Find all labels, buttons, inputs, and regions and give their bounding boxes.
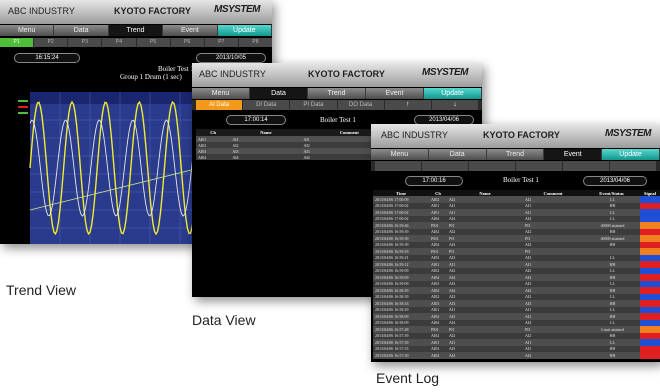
tab-data[interactable]: Data <box>250 88 308 99</box>
event-log-screen: ABC INDUSTRY KYOTO FACTORY MSYSTEM Menu … <box>371 124 660 362</box>
table-row[interactable]: 2013/04/06 16:57:30 AI04 AI4 AI4 HH <box>373 352 660 359</box>
event-subtab-2[interactable] <box>422 161 468 171</box>
tab-trend[interactable]: Trend <box>486 149 545 160</box>
page-title: Boiler Test 1 <box>503 176 539 184</box>
main-tabs: Menu Data Trend Event Update <box>192 88 482 99</box>
tab-event[interactable]: Event <box>366 88 424 99</box>
tab-data[interactable]: Data <box>428 149 487 160</box>
event-table-wrap: Time Ch Name Comment Event/Status Signal… <box>373 190 660 359</box>
title-bar: ABC INDUSTRY KYOTO FACTORY MSYSTEM <box>371 124 660 148</box>
time-display: 17:00:14 <box>226 115 286 125</box>
tab-menu[interactable]: Menu <box>192 88 250 99</box>
tab-update[interactable]: Update <box>424 88 482 99</box>
table-cell: HH <box>609 352 616 358</box>
info-bar: 17:00:16 Boiler Test 1 2013/04/06 <box>371 173 660 188</box>
caption-event-log: Event Log <box>376 370 440 386</box>
brand-logo: MSYSTEM <box>422 67 468 78</box>
table-cell: AI04 <box>198 154 207 160</box>
factory-name: KYOTO FACTORY <box>483 130 560 140</box>
date-display: 2013/04/06 <box>583 176 647 186</box>
col-name: Name <box>260 130 272 135</box>
event-subtab-5[interactable] <box>563 161 609 171</box>
brand-logo: MSYSTEM <box>605 128 651 139</box>
subtab-ai-data[interactable]: AI Data <box>196 100 243 110</box>
caption-trend-view: Trend View <box>6 282 77 298</box>
caption-data-view: Data View <box>192 312 256 328</box>
subtab-do-data[interactable]: DO Data <box>337 100 384 110</box>
tab-trend[interactable]: Trend <box>308 88 366 99</box>
main-tabs: Menu Data Trend Event Update <box>371 149 660 160</box>
table-cell: AI04 <box>431 352 440 358</box>
event-subtabs <box>371 161 660 171</box>
subtab-pi-data[interactable]: PI Data <box>290 100 337 110</box>
company-name: ABC INDUSTRY <box>199 69 266 79</box>
tab-menu[interactable]: Menu <box>371 149 429 160</box>
event-subtab-6[interactable] <box>610 161 656 171</box>
table-cell: AI4 <box>232 154 239 160</box>
table-cell: 2013/04/06 16:57:30 <box>375 352 409 358</box>
col-ch: Ch <box>210 130 217 135</box>
page-title: Boiler Test 1 <box>320 116 356 124</box>
table-cell: AI4 <box>449 352 456 358</box>
event-table: Time Ch Name Comment Event/Status Signal… <box>373 190 660 359</box>
title-bar: ABC INDUSTRY KYOTO FACTORY MSYSTEM <box>192 63 482 87</box>
signal-indicator <box>640 352 660 359</box>
event-subtab-1[interactable] <box>375 161 421 171</box>
event-subtab-3[interactable] <box>469 161 515 171</box>
table-cell: AI4 <box>525 352 532 358</box>
company-name: ABC INDUSTRY <box>381 130 448 140</box>
tab-event[interactable]: Event <box>544 149 603 160</box>
event-table-body: 2013/04/06 17:00:09 AI02 AI2 AI2 LL 2013/04/0… <box>373 196 660 359</box>
page-up-button[interactable]: ↑ <box>384 100 431 110</box>
time-display: 17:00:16 <box>405 176 463 186</box>
factory-name: KYOTO FACTORY <box>308 69 385 79</box>
tab-update[interactable]: Update <box>602 149 660 160</box>
page-down-button[interactable]: ↓ <box>431 100 479 110</box>
pen-markers <box>18 100 28 114</box>
data-subtabs: AI Data DI Data PI Data DO Data ↑ ↓ <box>192 100 482 110</box>
subtab-di-data[interactable]: DI Data <box>243 100 290 110</box>
event-subtab-4[interactable] <box>516 161 562 171</box>
